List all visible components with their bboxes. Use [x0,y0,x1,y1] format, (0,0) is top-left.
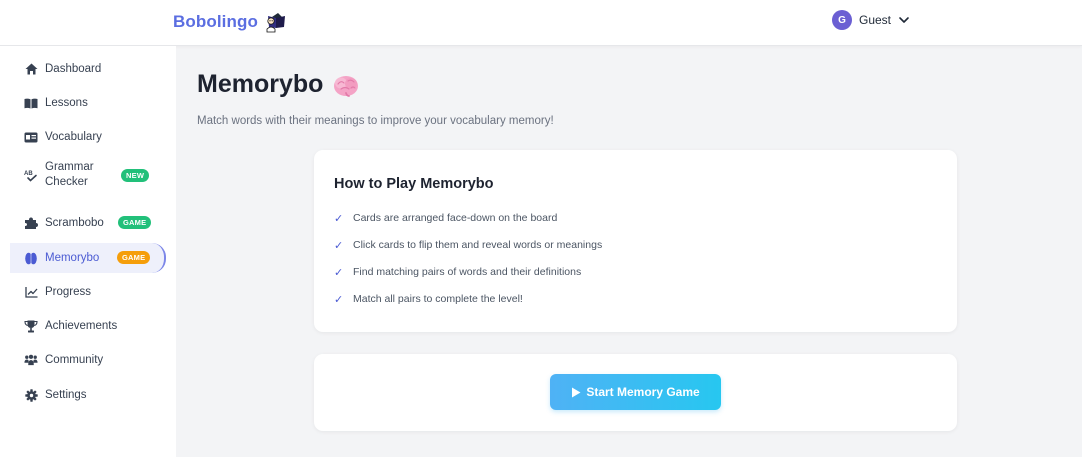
page-header: Memorybo [197,70,359,99]
rule-text: Click cards to flip them and reveal word… [353,239,603,251]
sidebar-item-label: Memorybo [45,252,100,264]
chart-line-icon [24,285,38,299]
new-badge: NEW [121,169,150,182]
users-icon [24,353,38,367]
svg-text:AB: AB [24,171,33,177]
user-name: Guest [859,13,892,27]
reading-character-logo-icon [264,10,288,34]
check-icon: ✓ [334,266,344,279]
chevron-down-icon [898,14,910,26]
brain-emoji-icon [333,74,359,98]
rule-item: ✓ Find matching pairs of words and their… [334,264,581,280]
top-bar: Bobolingo G Guest [0,0,1082,46]
sidebar-item-achievements[interactable]: Achievements [10,311,166,341]
page-subtitle: Match words with their meanings to impro… [197,115,554,127]
spellcheck-icon: AB [24,169,38,183]
avatar: G [832,10,852,30]
puzzle-icon [24,216,38,230]
user-menu[interactable]: G Guest [832,9,910,31]
rule-text: Find matching pairs of words and their d… [353,266,582,278]
check-icon: ✓ [334,239,344,252]
sidebar-item-scrambobo[interactable]: Scrambobo GAME [10,208,166,238]
sidebar-item-label: Achievements [45,320,118,332]
sidebar-item-progress[interactable]: Progress [10,277,166,307]
rule-text: Cards are arranged face-down on the boar… [353,212,558,224]
play-icon [571,387,581,398]
start-game-card: Start Memory Game [314,354,957,431]
rule-item: ✓ Cards are arranged face-down on the bo… [334,210,557,226]
id-card-icon [24,130,38,144]
sidebar-item-grammar-checker[interactable]: AB Grammar Checker NEW [10,159,166,193]
how-to-play-title: How to Play Memorybo [334,176,494,192]
game-badge: GAME [117,251,151,264]
rule-item: ✓ Match all pairs to complete the level! [334,291,523,307]
sidebar-item-settings[interactable]: Settings [10,380,166,410]
sidebar-item-memorybo[interactable]: Memorybo GAME [10,243,166,273]
sidebar-item-label: Grammar Checker [45,161,94,188]
brand[interactable]: Bobolingo [173,8,288,36]
page-title: Memorybo [197,70,324,98]
sidebar-item-label: Dashboard [45,63,102,75]
trophy-icon [24,319,38,333]
gear-icon [24,388,38,402]
brain-icon [24,251,38,265]
brand-name: Bobolingo [173,12,258,31]
book-icon [24,96,38,110]
rule-text: Match all pairs to complete the level! [353,293,523,305]
sidebar-item-label: Progress [45,286,92,298]
sidebar-item-dashboard[interactable]: Dashboard [10,54,166,84]
check-icon: ✓ [334,212,344,225]
sidebar-item-label: Lessons [45,97,88,109]
start-button-label: Start Memory Game [586,385,700,399]
home-icon [24,62,38,76]
check-icon: ✓ [334,293,344,306]
sidebar-item-community[interactable]: Community [10,345,166,375]
sidebar-item-label: Vocabulary [45,131,102,143]
game-badge: GAME [118,216,152,229]
how-to-play-card: How to Play Memorybo ✓ Cards are arrange… [314,150,957,332]
sidebar-item-label: Settings [45,389,87,401]
rule-item: ✓ Click cards to flip them and reveal wo… [334,237,602,253]
sidebar: Dashboard Lessons Vocabulary AB Grammar … [0,46,176,457]
start-memory-game-button[interactable]: Start Memory Game [550,374,721,410]
sidebar-item-lessons[interactable]: Lessons [10,88,166,118]
sidebar-item-vocabulary[interactable]: Vocabulary [10,122,166,152]
sidebar-item-label: Scrambobo [45,217,104,229]
sidebar-item-label: Community [45,354,104,366]
